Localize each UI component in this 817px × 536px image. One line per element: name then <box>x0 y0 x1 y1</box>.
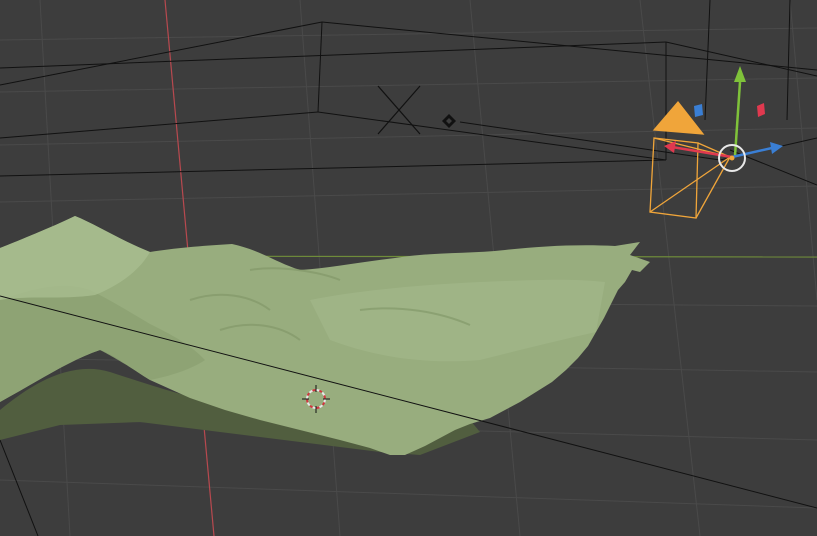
viewport-canvas[interactable] <box>0 0 817 536</box>
3d-viewport[interactable] <box>0 0 817 536</box>
gizmo-plane-xy-icon[interactable] <box>694 104 703 117</box>
gizmo-origin-dot <box>729 155 735 161</box>
